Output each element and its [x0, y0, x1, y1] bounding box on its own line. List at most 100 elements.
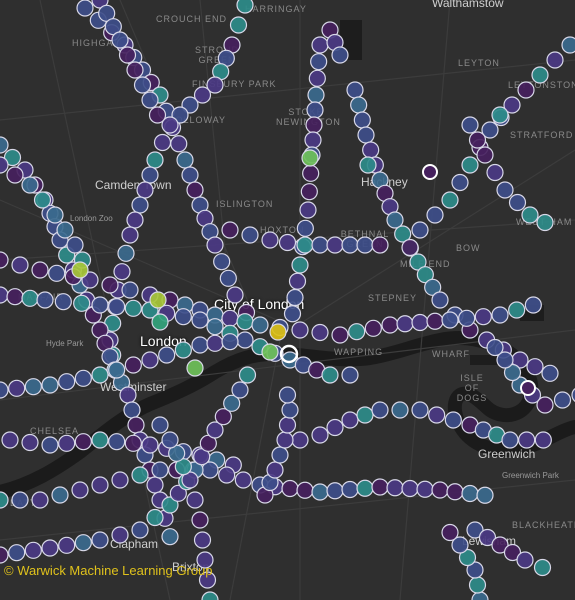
station-marker[interactable]: [458, 309, 476, 327]
station-marker[interactable]: [186, 491, 204, 509]
station-marker[interactable]: [118, 46, 137, 64]
station-marker[interactable]: [74, 369, 92, 387]
station-marker[interactable]: [141, 91, 159, 109]
station-marker[interactable]: [121, 226, 139, 244]
station-marker[interactable]: [226, 286, 244, 304]
station-marker[interactable]: [283, 305, 302, 323]
station-marker[interactable]: [0, 491, 9, 509]
station-marker[interactable]: [296, 219, 314, 237]
station-marker[interactable]: [348, 323, 366, 341]
station-marker[interactable]: [91, 431, 109, 449]
station-marker[interactable]: [476, 146, 494, 164]
station-marker[interactable]: [468, 576, 487, 594]
station-marker[interactable]: [0, 546, 9, 564]
station-marker-highlight[interactable]: [301, 149, 319, 167]
station-marker[interactable]: [291, 431, 309, 449]
station-marker[interactable]: [161, 431, 179, 449]
station-marker[interactable]: [121, 281, 139, 299]
station-marker[interactable]: [124, 299, 142, 317]
station-marker[interactable]: [411, 221, 429, 239]
station-marker[interactable]: [133, 76, 152, 94]
station-marker[interactable]: [426, 312, 444, 330]
station-marker[interactable]: [33, 191, 52, 209]
station-marker[interactable]: [362, 141, 380, 159]
station-marker[interactable]: [24, 378, 42, 396]
station-marker[interactable]: [146, 476, 164, 494]
station-marker[interactable]: [108, 433, 126, 451]
station-marker[interactable]: [124, 356, 142, 374]
station-marker[interactable]: [371, 401, 389, 419]
station-marker[interactable]: [311, 236, 329, 254]
station-marker[interactable]: [305, 116, 323, 134]
station-marker[interactable]: [206, 334, 224, 352]
station-marker-highlight[interactable]: [151, 313, 169, 331]
station-marker[interactable]: [524, 296, 542, 314]
station-marker[interactable]: [446, 483, 464, 501]
station-marker[interactable]: [561, 36, 575, 54]
station-marker[interactable]: [346, 81, 364, 99]
station-marker[interactable]: [306, 101, 324, 119]
station-marker[interactable]: [536, 213, 554, 232]
station-marker[interactable]: [8, 379, 26, 397]
station-marker[interactable]: [307, 86, 325, 104]
station-marker[interactable]: [206, 318, 224, 336]
station-marker[interactable]: [271, 446, 289, 464]
station-marker[interactable]: [281, 401, 299, 419]
station-marker[interactable]: [431, 481, 449, 499]
station-marker[interactable]: [461, 156, 479, 174]
station-marker[interactable]: [108, 361, 126, 379]
station-marker[interactable]: [299, 201, 317, 219]
station-marker[interactable]: [151, 461, 169, 479]
station-marker[interactable]: [486, 163, 504, 182]
station-marker[interactable]: [76, 0, 94, 17]
station-marker[interactable]: [113, 263, 131, 281]
station-marker[interactable]: [6, 288, 24, 306]
station-marker[interactable]: [311, 323, 329, 342]
station-marker[interactable]: [153, 133, 172, 152]
station-marker[interactable]: [426, 206, 444, 224]
station-marker[interactable]: [371, 478, 389, 496]
station-marker[interactable]: [238, 366, 257, 384]
station-marker[interactable]: [174, 341, 192, 359]
station-marker[interactable]: [308, 69, 326, 87]
station-marker[interactable]: [41, 436, 59, 454]
station-marker[interactable]: [0, 136, 9, 154]
station-marker[interactable]: [123, 401, 141, 419]
station-marker-highlight[interactable]: [491, 106, 509, 124]
station-marker[interactable]: [531, 66, 549, 84]
station-marker[interactable]: [331, 326, 349, 344]
station-marker[interactable]: [21, 176, 39, 194]
station-marker-highlight[interactable]: [186, 359, 204, 377]
station-marker[interactable]: [0, 251, 9, 269]
station-marker[interactable]: [411, 401, 429, 419]
station-marker[interactable]: [416, 480, 434, 498]
station-marker[interactable]: [468, 131, 487, 149]
station-marker[interactable]: [461, 116, 479, 134]
station-marker[interactable]: [6, 166, 24, 184]
station-marker[interactable]: [371, 236, 389, 254]
station-marker[interactable]: [311, 426, 329, 444]
station-marker[interactable]: [74, 534, 92, 552]
station-marker[interactable]: [300, 183, 318, 201]
station-marker[interactable]: [170, 135, 188, 153]
station-marker[interactable]: [396, 315, 414, 333]
station-marker[interactable]: [46, 206, 64, 224]
station-marker[interactable]: [31, 261, 49, 279]
station-marker[interactable]: [521, 206, 539, 224]
station-marker[interactable]: [221, 221, 239, 239]
station-marker[interactable]: [73, 294, 91, 312]
station-marker[interactable]: [331, 46, 349, 64]
station-marker[interactable]: [341, 236, 359, 254]
station-marker[interactable]: [218, 466, 236, 484]
station-marker[interactable]: [441, 523, 459, 542]
station-marker[interactable]: [276, 431, 294, 449]
station-marker[interactable]: [31, 491, 49, 509]
station-marker[interactable]: [136, 181, 154, 199]
station-marker[interactable]: [476, 486, 494, 504]
station-marker[interactable]: [441, 191, 459, 209]
station-marker[interactable]: [356, 236, 374, 254]
station-marker[interactable]: [451, 173, 469, 192]
station-marker[interactable]: [219, 269, 237, 287]
station-marker[interactable]: [517, 81, 535, 99]
station-marker[interactable]: [193, 531, 212, 549]
